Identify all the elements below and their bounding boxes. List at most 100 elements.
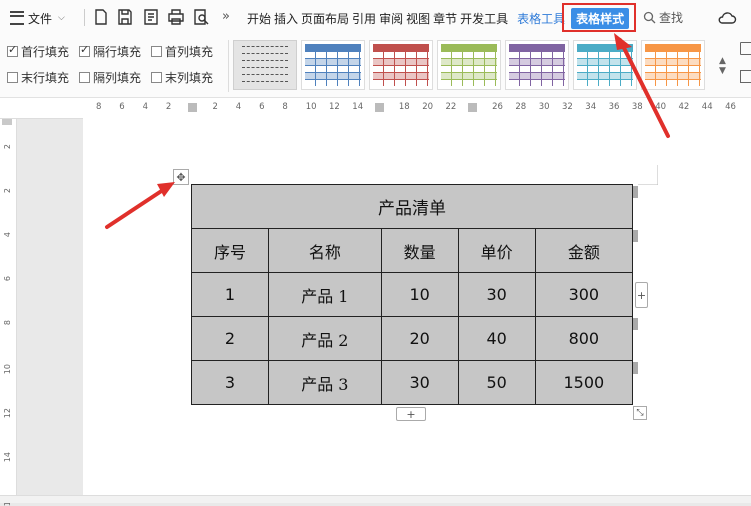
table-cell[interactable]: 30	[380, 360, 459, 405]
print-icon[interactable]	[167, 8, 185, 26]
checkbox-box[interactable]	[151, 46, 162, 57]
ruler-tick-label: 42	[678, 102, 690, 112]
add-column-button[interactable]: +	[635, 282, 648, 308]
header-cell[interactable]: 单价	[457, 228, 536, 273]
table-cell[interactable]: 2	[190, 316, 270, 361]
table-style-swatch[interactable]	[437, 40, 501, 90]
ruler-indent-marker[interactable]	[374, 103, 384, 112]
swatch-row	[305, 51, 361, 58]
swatch-row	[305, 58, 361, 65]
export-pdf-icon[interactable]	[142, 8, 160, 26]
ruler-tick-label: 6	[259, 102, 265, 112]
row-resize-marker[interactable]	[633, 230, 638, 242]
new-document-icon[interactable]	[92, 8, 110, 26]
search-label: 查找	[659, 11, 684, 25]
table-cell[interactable]: 50	[457, 360, 536, 405]
table-cell[interactable]: 10	[380, 272, 459, 317]
table-cell[interactable]: 40	[457, 316, 536, 361]
table-title[interactable]: 产品清单	[191, 184, 633, 229]
file-menu-label: 文件	[28, 11, 53, 26]
table-style-swatch[interactable]	[301, 40, 365, 90]
checkbox-box[interactable]	[7, 72, 18, 83]
horizontal-ruler[interactable]: 8 6 4 2 2 4 6 8 10 12 14 18 20 22 26 28 30 32 34 36 38 40 42 44…	[0, 98, 751, 119]
swatch-row	[441, 72, 497, 79]
tab-references[interactable]: 引用	[352, 8, 376, 29]
ruler-indent-marker[interactable]	[188, 103, 198, 112]
row-resize-marker[interactable]	[633, 362, 638, 374]
swatch-row	[577, 51, 633, 58]
ruler-tick-label: 46	[725, 102, 736, 112]
tab-table-tools[interactable]: 表格工具	[517, 8, 565, 29]
checkbox-banded-rows[interactable]: 隔行填充	[79, 43, 141, 60]
swatch-row	[509, 51, 565, 58]
header-cell[interactable]: 数量	[380, 228, 459, 273]
table-cell[interactable]: 1	[190, 272, 270, 317]
checkbox-last-column-fill[interactable]: 末列填充	[151, 69, 213, 86]
product-table[interactable]: 产品清单 序号 名称 数量 单价 金额 1 产品 1 10 30 300 2 产…	[190, 184, 634, 405]
table-style-swatch[interactable]	[369, 40, 433, 90]
cloud-sync-icon[interactable]	[717, 10, 737, 26]
file-menu-button[interactable]: 文件 ⌵	[10, 7, 65, 29]
table-cell[interactable]: 20	[380, 316, 459, 361]
tab-developer[interactable]: 开发工具	[460, 8, 508, 29]
gallery-more-icon[interactable]: ▲ ▼	[719, 56, 726, 76]
more-commands-button[interactable]: »	[222, 9, 230, 24]
table-cell[interactable]: 30	[457, 272, 536, 317]
tab-home[interactable]: 开始	[247, 8, 271, 29]
tab-insert[interactable]: 插入	[274, 8, 298, 29]
table-style-swatch[interactable]	[505, 40, 569, 90]
swatch-row	[577, 44, 633, 51]
header-cell[interactable]: 金额	[534, 228, 634, 273]
table-move-handle[interactable]: ✥	[173, 169, 189, 185]
print-preview-icon[interactable]	[192, 8, 210, 26]
header-cell[interactable]: 序号	[190, 228, 270, 273]
ruler-indent-marker[interactable]	[467, 103, 477, 112]
checkbox-box[interactable]	[79, 72, 90, 83]
table-row: 2 产品 2 20 40 800	[190, 316, 634, 361]
vertical-ruler[interactable]: 2246810121416	[0, 119, 17, 506]
row-resize-marker[interactable]	[633, 318, 638, 330]
swatch-row	[373, 65, 429, 72]
swatch-line	[242, 60, 288, 61]
swatch-row	[373, 72, 429, 79]
header-cell[interactable]: 名称	[268, 228, 382, 273]
ruler-tick-label: 8	[282, 102, 288, 112]
table-grid-icon[interactable]	[740, 70, 751, 83]
checkbox-last-row-fill[interactable]: 末行填充	[7, 69, 69, 86]
save-icon[interactable]	[116, 8, 134, 26]
table-cell[interactable]: 产品 2	[268, 316, 382, 361]
add-row-button[interactable]: +	[396, 407, 426, 421]
table-cell[interactable]: 800	[534, 316, 634, 361]
tab-view[interactable]: 视图	[406, 8, 430, 29]
ruler-tick-label: 30	[538, 102, 550, 112]
swatch-row	[645, 51, 701, 58]
ruler-tick-label: 12	[3, 408, 12, 419]
search-button[interactable]: 查找	[643, 9, 683, 26]
table-style-ribbon: 首行填充 隔行填充 首列填充 末行填充 隔列填充 末列填充 ▲▼	[0, 36, 751, 98]
table-style-swatch[interactable]	[641, 40, 705, 90]
table-style-swatch[interactable]	[233, 40, 297, 90]
ruler-tick-label: 28	[515, 102, 527, 112]
table-header-row: 序号 名称 数量 单价 金额	[190, 228, 634, 273]
table-style-swatch[interactable]	[573, 40, 637, 90]
checkbox-box[interactable]	[151, 72, 162, 83]
table-cell[interactable]: 300	[534, 272, 634, 317]
tab-page-layout[interactable]: 页面布局	[301, 8, 349, 29]
table-icon[interactable]	[740, 42, 751, 55]
checkbox-box[interactable]	[79, 43, 90, 57]
swatch-row	[577, 72, 633, 79]
checkbox-first-row-fill[interactable]: 首行填充	[7, 43, 69, 60]
checkbox-first-column-fill[interactable]: 首列填充	[151, 43, 213, 60]
table-cell[interactable]: 产品 3	[268, 360, 382, 405]
table-cell[interactable]: 产品 1	[268, 272, 382, 317]
table-cell[interactable]: 3	[190, 360, 270, 405]
tab-section[interactable]: 章节	[433, 8, 457, 29]
row-resize-marker[interactable]	[633, 186, 638, 198]
ruler-tick-label: 2	[165, 102, 172, 112]
tab-review[interactable]: 审阅	[379, 8, 403, 29]
swatch-row	[645, 65, 701, 72]
checkbox-box[interactable]	[7, 43, 18, 57]
table-resize-handle[interactable]: ⤡	[633, 406, 647, 420]
table-cell[interactable]: 1500	[534, 360, 634, 405]
checkbox-banded-columns[interactable]: 隔列填充	[79, 69, 141, 86]
